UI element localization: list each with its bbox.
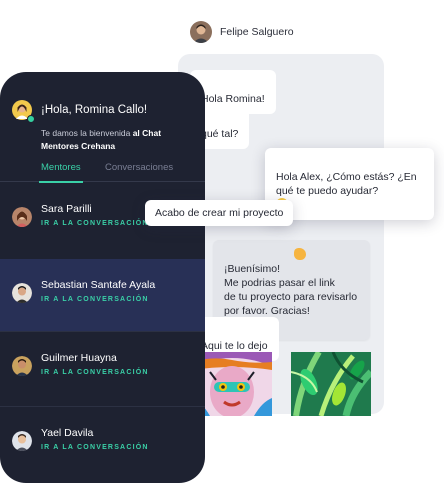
greeting-title: ¡Hola, Romina Callo! (41, 104, 148, 116)
mentor-name: Sebastian Santafe Ayala (41, 279, 156, 291)
tab-conversaciones[interactable]: Conversaciones (105, 162, 173, 173)
mentor-panel: ¡Hola, Romina Callo! Te damos la bienven… (0, 72, 205, 483)
contact-avatar (190, 21, 212, 43)
go-to-conversation-link[interactable]: IR A LA CONVERSACIÓN (41, 220, 149, 227)
user-avatar (12, 100, 35, 123)
online-status-dot (27, 115, 35, 123)
mentor-row-yael[interactable]: Yael Davila IR A LA CONVERSACIÓN (0, 407, 205, 479)
tab-bar: Mentores Conversaciones (0, 156, 205, 183)
mentor-name: Guilmer Huayna (41, 352, 117, 364)
mentor-row-sebastian[interactable]: Sebastian Santafe Ayala IR A LA CONVERSA… (0, 259, 205, 331)
avatar (12, 283, 32, 303)
artwork-image-leaves[interactable] (291, 352, 371, 416)
message-bubble: Acabo de crear mi proyecto (145, 200, 294, 226)
go-to-conversation-link[interactable]: IR A LA CONVERSACIÓN (41, 444, 149, 451)
go-to-conversation-link[interactable]: IR A LA CONVERSACIÓN (41, 296, 149, 303)
avatar (12, 431, 32, 451)
welcome-text: Te damos la bienvenida al Chat Mentores … (41, 128, 162, 151)
tab-mentores[interactable]: Mentores (39, 162, 83, 183)
contact-name: Felipe Salguero (220, 26, 294, 38)
go-to-conversation-link[interactable]: IR A LA CONVERSACIÓN (41, 369, 149, 376)
avatar (12, 356, 32, 376)
wave-emoji-icon (294, 248, 306, 260)
mentor-name: Yael Davila (41, 427, 94, 439)
chat-header: Felipe Salguero (190, 18, 294, 46)
mentor-name: Sara Parilli (41, 203, 92, 215)
avatar (12, 207, 32, 227)
mentor-row-guilmer[interactable]: Guilmer Huayna IR A LA CONVERSACIÓN (0, 332, 205, 404)
greeting-header: ¡Hola, Romina Callo! (12, 100, 148, 123)
